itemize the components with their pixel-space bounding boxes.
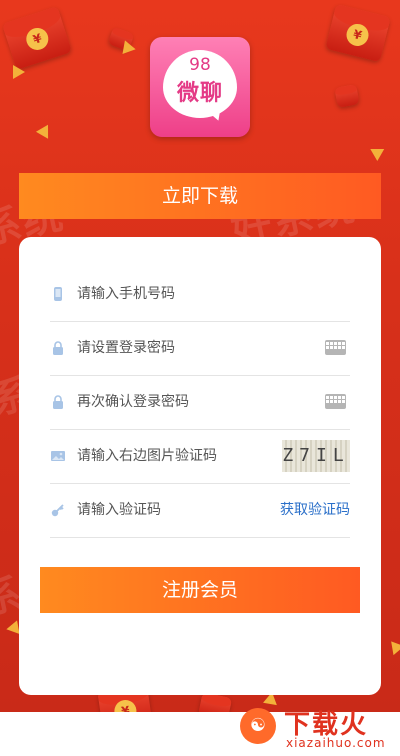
red-envelope-icon: ¥: [2, 6, 72, 70]
confetti-icon: [370, 142, 388, 162]
get-code-button[interactable]: 获取验证码: [280, 483, 350, 537]
lock-icon: [53, 395, 63, 409]
download-button[interactable]: 立即下载: [19, 173, 381, 219]
keyboard-icon[interactable]: [325, 340, 346, 355]
red-envelope-icon: [334, 84, 360, 108]
site-watermark: ☯ 下载火 xiazaihuo.com: [232, 700, 400, 756]
password-field[interactable]: 请设置登录密码: [50, 321, 350, 376]
confirm-password-placeholder: 再次确认登录密码: [77, 394, 189, 410]
phone-field[interactable]: 请输入手机号码: [50, 267, 350, 322]
phone-icon: [54, 287, 62, 301]
password-placeholder: 请设置登录密码: [77, 340, 175, 356]
confetti-icon: [385, 636, 400, 656]
keyboard-icon[interactable]: [325, 394, 346, 409]
image-icon: [51, 451, 65, 461]
register-form: 请输入手机号码 请设置登录密码 再次确认登录密码 请输入右边图片验证码 Z7IL: [19, 237, 381, 695]
register-button[interactable]: 注册会员: [40, 567, 360, 613]
flame-icon: ☯: [240, 708, 276, 744]
phone-placeholder: 请输入手机号码: [77, 286, 175, 302]
captcha-image[interactable]: Z7IL: [282, 440, 350, 472]
app-logo: 98 微聊: [150, 37, 250, 137]
key-icon: [51, 504, 64, 517]
confirm-password-field[interactable]: 再次确认登录密码: [50, 375, 350, 430]
confetti-icon: [35, 121, 55, 139]
red-envelope-icon: ¥: [325, 3, 391, 63]
app-logo-name: 微聊: [176, 81, 223, 106]
captcha-placeholder: 请输入右边图片验证码: [77, 448, 217, 464]
app-logo-number: 98: [189, 55, 211, 75]
image-captcha-field[interactable]: 请输入右边图片验证码 Z7IL: [50, 429, 350, 484]
lock-icon: [53, 341, 63, 355]
site-watermark-url: xiazaihuo.com: [286, 736, 386, 750]
confetti-icon: [13, 65, 25, 79]
sms-code-field[interactable]: 请输入验证码 获取验证码: [50, 483, 350, 538]
red-envelope-icon: [197, 692, 233, 712]
sms-code-placeholder: 请输入验证码: [77, 502, 161, 518]
